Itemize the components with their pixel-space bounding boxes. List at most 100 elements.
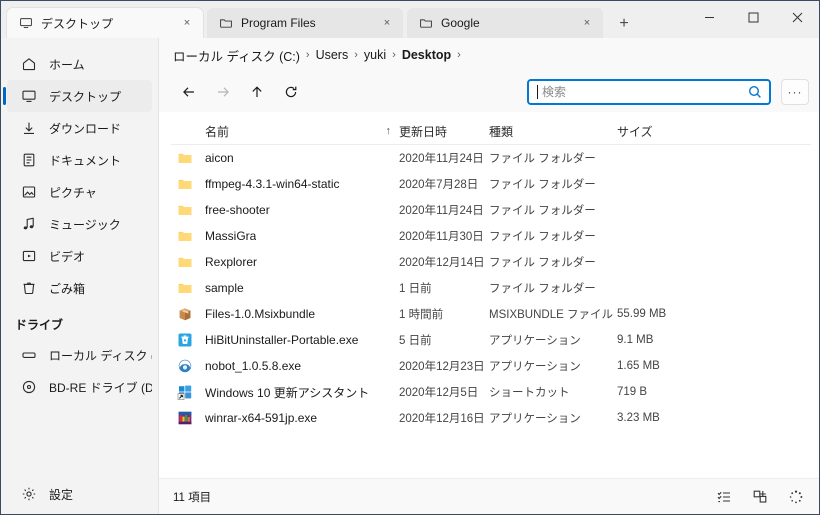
- breadcrumb-part-users[interactable]: Users: [316, 48, 349, 62]
- up-button[interactable]: [241, 77, 273, 107]
- window-controls: [687, 1, 819, 34]
- file-rows: aicon 2020年11月24日 ファイル フォルダー ffmpeg-4.3.1-w…: [159, 145, 819, 431]
- more-options-button[interactable]: ···: [781, 79, 809, 105]
- file-name-label: free-shooter: [205, 203, 270, 217]
- table-row[interactable]: HiBitUninstaller-Portable.exe 5 日前 アプリケーショ…: [171, 327, 811, 353]
- breadcrumb-separator: ›: [457, 49, 461, 61]
- back-button[interactable]: [173, 77, 205, 107]
- status-bar: 11 項目: [159, 478, 819, 514]
- tab-close-button[interactable]: ×: [579, 15, 595, 31]
- sidebar-item-downloads[interactable]: ダウンロード: [7, 112, 152, 144]
- details-view-button[interactable]: [715, 488, 733, 506]
- table-row[interactable]: ffmpeg-4.3.1-win64-static 2020年7月28日 ファイル …: [171, 171, 811, 197]
- file-name-label: Windows 10 更新アシスタント: [205, 385, 370, 400]
- file-name-cell: free-shooter: [171, 202, 399, 218]
- tab-program-files[interactable]: Program Files ×: [207, 8, 403, 38]
- file-name-label: HiBitUninstaller-Portable.exe: [205, 333, 359, 347]
- file-type-cell: ファイル フォルダー: [489, 205, 596, 217]
- folder-icon: [178, 205, 192, 215]
- sidebar-item-music[interactable]: ミュージック: [7, 208, 152, 240]
- refresh-button[interactable]: [275, 77, 307, 107]
- sidebar-item-desktop[interactable]: デスクトップ: [3, 80, 152, 112]
- search-icon[interactable]: [747, 84, 763, 100]
- table-row[interactable]: aicon 2020年11月24日 ファイル フォルダー: [171, 145, 811, 171]
- sidebar-item-documents[interactable]: ドキュメント: [7, 144, 152, 176]
- column-header-name[interactable]: 名前 ↑: [171, 123, 399, 140]
- table-row[interactable]: Windows 10 更新アシスタント 2020年12月5日 ショートカット 719 …: [171, 379, 811, 405]
- file-name-label: winrar-x64-591jp.exe: [205, 411, 318, 425]
- search-placeholder: 検索: [542, 85, 567, 99]
- file-date-cell: 2020年12月23日: [399, 361, 485, 373]
- file-name-cell: ffmpeg-4.3.1-win64-static: [171, 176, 399, 192]
- file-name-label: Rexplorer: [205, 255, 258, 269]
- file-name-label: Files-1.0.Msixbundle: [205, 307, 316, 321]
- sidebar-item-home[interactable]: ホーム: [7, 48, 152, 80]
- sidebar-item-videos[interactable]: ビデオ: [7, 240, 152, 272]
- file-name-cell: Windows 10 更新アシスタント: [171, 384, 399, 401]
- table-row[interactable]: Rexplorer 2020年12月14日 ファイル フォルダー: [171, 249, 811, 275]
- new-tab-button[interactable]: +: [611, 10, 637, 38]
- sidebar-section-header-drives: ドライブ: [15, 318, 64, 332]
- optical-drive-icon: [22, 380, 36, 394]
- sidebar-item-settings[interactable]: 設定: [1, 473, 158, 514]
- maximize-icon: [748, 12, 758, 23]
- table-row[interactable]: sample 1 日前 ファイル フォルダー: [171, 275, 811, 301]
- sidebar-item-label: ビデオ: [49, 249, 86, 264]
- close-icon: [792, 12, 802, 23]
- forward-arrow-icon: [218, 87, 229, 97]
- sidebar-item-label: ローカル ディスク (C:): [49, 348, 152, 363]
- file-date-cell: 5 日前: [399, 335, 432, 347]
- details-view-icon: [717, 491, 730, 503]
- file-size-cell: 719 B: [617, 386, 648, 398]
- hibit-uninstaller-icon: [178, 333, 192, 347]
- main-pane: ローカル ディスク (C:) › Users › yuki › Desktop …: [159, 38, 819, 514]
- sidebar-item-label: BD-RE ドライブ (D:) LEON: [49, 380, 152, 395]
- column-header-date[interactable]: 更新日時: [399, 123, 489, 140]
- file-name-label: ffmpeg-4.3.1-win64-static: [205, 177, 340, 191]
- maximize-button[interactable]: [731, 1, 775, 34]
- table-row[interactable]: winrar-x64-591jp.exe 2020年12月16日 アプリケーション 3…: [171, 405, 811, 431]
- minimize-button[interactable]: [687, 1, 731, 34]
- table-row[interactable]: Files-1.0.Msixbundle 1 時間前 MSIXBUNDLE ファイル…: [171, 301, 811, 327]
- file-name-cell: nobot_1.0.5.8.exe: [171, 358, 399, 374]
- file-type-cell: ファイル フォルダー: [489, 179, 596, 191]
- tab-close-button[interactable]: ×: [379, 15, 395, 31]
- file-name-cell: MassiGra: [171, 228, 399, 244]
- forward-button[interactable]: [207, 77, 239, 107]
- refresh-icon: [285, 86, 297, 98]
- table-row[interactable]: MassiGra 2020年11月30日 ファイル フォルダー: [171, 223, 811, 249]
- sidebar-item-recycle-bin[interactable]: ごみ箱: [7, 272, 152, 304]
- close-button[interactable]: [775, 1, 819, 34]
- tiles-view-button[interactable]: [751, 488, 769, 506]
- breadcrumb-part-desktop[interactable]: Desktop: [402, 48, 451, 62]
- tab-label: デスクトップ: [41, 16, 114, 31]
- tab-label: Google: [441, 16, 480, 30]
- breadcrumb-separator: ›: [305, 49, 310, 61]
- tab-close-button[interactable]: ×: [179, 15, 195, 31]
- column-header-type[interactable]: 種類: [489, 123, 617, 140]
- winrar-icon: [178, 411, 192, 425]
- sidebar-item-label: ごみ箱: [49, 281, 86, 296]
- file-type-cell: ファイル フォルダー: [489, 283, 596, 295]
- tab-desktop[interactable]: デスクトップ ×: [7, 8, 203, 38]
- sort-ascending-icon: ↑: [385, 125, 392, 137]
- file-name-label: sample: [205, 281, 244, 295]
- file-name-cell: sample: [171, 280, 399, 296]
- breadcrumb-separator: ›: [392, 49, 396, 61]
- table-row[interactable]: nobot_1.0.5.8.exe 2020年12月23日 アプリケーション 1.65…: [171, 353, 811, 379]
- recycle-bin-icon: [23, 282, 35, 295]
- breadcrumb-part-yuki[interactable]: yuki: [364, 48, 386, 62]
- table-row[interactable]: free-shooter 2020年11月24日 ファイル フォルダー: [171, 197, 811, 223]
- breadcrumb-part-local-disk[interactable]: ローカル ディスク (C:): [173, 46, 300, 65]
- search-input[interactable]: 検索: [527, 79, 771, 105]
- loading-spinner-button[interactable]: [787, 488, 805, 506]
- tiles-view-icon: [753, 490, 767, 503]
- sidebar-item-pictures[interactable]: ピクチャ: [7, 176, 152, 208]
- breadcrumb[interactable]: ローカル ディスク (C:) › Users › yuki › Desktop …: [159, 38, 819, 72]
- tab-google[interactable]: Google ×: [407, 8, 603, 38]
- sidebar-item-local-disk-c[interactable]: ローカル ディスク (C:): [7, 339, 152, 371]
- file-type-cell: アプリケーション: [489, 335, 581, 347]
- sidebar-item-bd-re-drive-d[interactable]: BD-RE ドライブ (D:) LEON: [7, 371, 152, 403]
- download-icon: [24, 122, 34, 134]
- column-header-size[interactable]: サイズ: [617, 123, 727, 140]
